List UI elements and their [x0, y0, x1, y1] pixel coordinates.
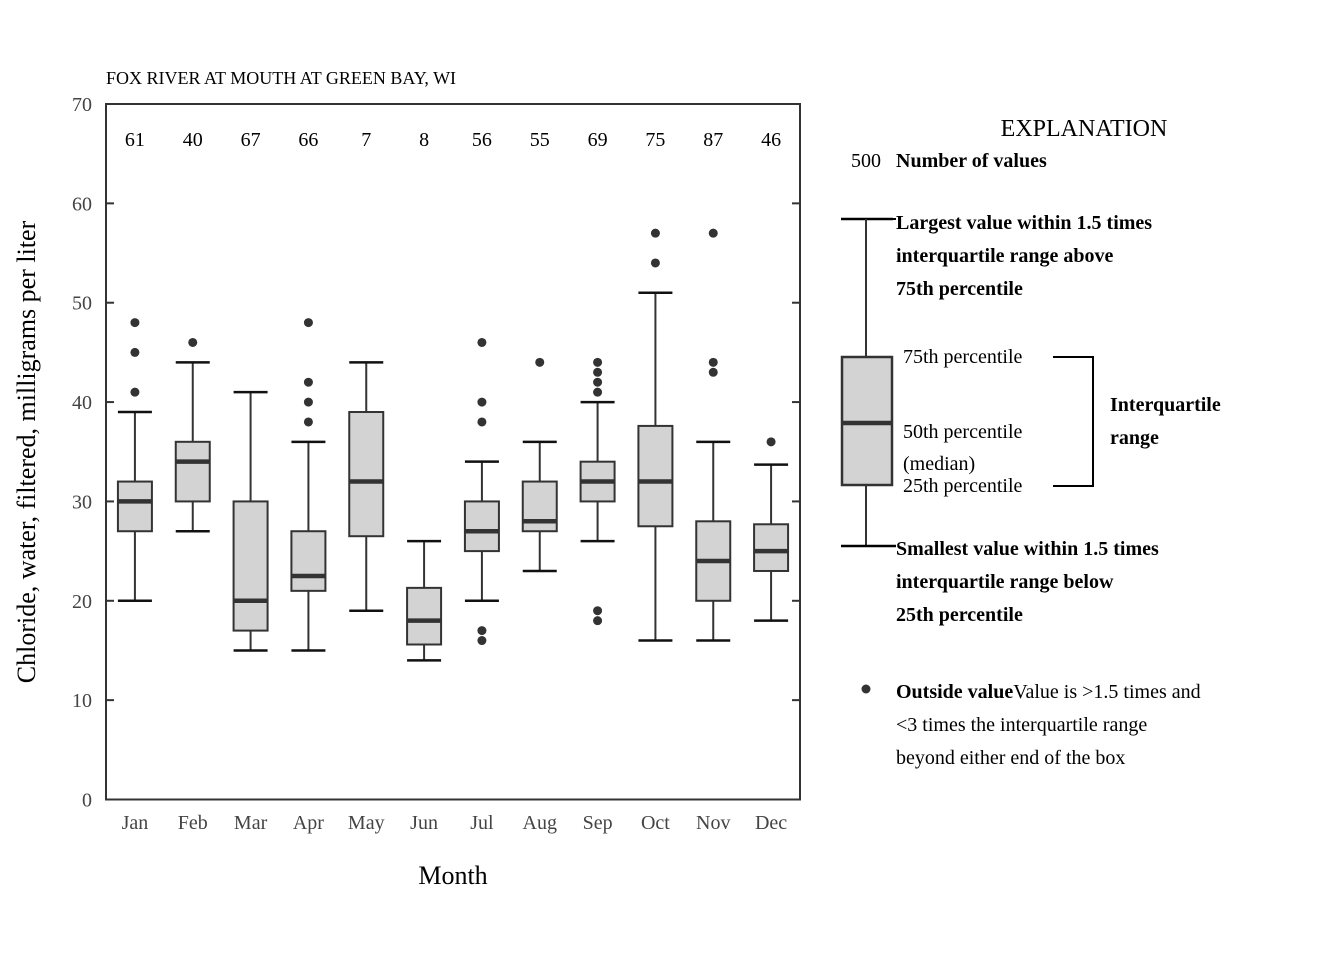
- legend-outlier-desc-1: Value is >1.5 times and: [1013, 681, 1200, 703]
- legend-outlier-bold: Outside value: [896, 681, 1013, 703]
- legend-count-label: Number of values: [896, 150, 1047, 172]
- outlier-point: [593, 367, 603, 377]
- x-tick-label: Jul: [470, 812, 494, 834]
- y-tick-label: 0: [82, 790, 92, 812]
- count-label: 67: [241, 129, 261, 151]
- count-label: 40: [183, 129, 203, 151]
- outlier-point: [303, 318, 313, 328]
- outlier-point: [593, 357, 603, 367]
- legend-iqr-line-2: range: [1110, 427, 1159, 449]
- count-label: 66: [298, 129, 318, 151]
- outlier-point: [477, 636, 487, 646]
- box-may: [348, 411, 385, 538]
- count-label: 7: [361, 129, 371, 151]
- x-tick-label: Sep: [583, 812, 613, 834]
- legend-outlier-dot: [861, 684, 871, 694]
- outlier-point: [593, 606, 603, 616]
- y-tick-label: 30: [72, 491, 92, 513]
- box-apr: [290, 530, 327, 592]
- x-tick-label: Mar: [234, 812, 268, 834]
- legend-upper-whisker-line-1: Largest value within 1.5 times: [896, 212, 1152, 234]
- outlier-point: [593, 387, 603, 397]
- outlier-point: [477, 626, 487, 636]
- legend-q3-label: 75th percentile: [903, 346, 1023, 368]
- legend-lower-whisker-line-1: Smallest value within 1.5 times: [896, 538, 1159, 560]
- outlier-point: [477, 417, 487, 427]
- outlier-point: [650, 258, 660, 268]
- count-label: 56: [472, 129, 492, 151]
- x-axis-title: Month: [418, 861, 487, 890]
- x-tick-label: Jan: [122, 812, 149, 834]
- legend-outlier-text-2: <3 times the interquartile range: [896, 714, 1147, 736]
- y-tick-label: 70: [72, 94, 92, 116]
- outlier-point: [650, 228, 660, 238]
- box-jan: [116, 480, 153, 533]
- count-label: 75: [645, 129, 665, 151]
- x-tick-label: May: [348, 812, 385, 834]
- legend-lower-whisker-line-3: 25th percentile: [896, 604, 1023, 626]
- outlier-point: [130, 318, 140, 328]
- x-tick-label: Aug: [523, 812, 557, 834]
- outlier-point: [708, 357, 718, 367]
- outlier-point: [766, 437, 776, 447]
- box-jun: [406, 586, 443, 646]
- x-tick-label: Apr: [293, 812, 324, 834]
- x-tick-label: Dec: [755, 812, 787, 834]
- box-oct: [637, 424, 674, 528]
- count-label: 87: [703, 129, 723, 151]
- legend: EXPLANATION 500 Number of values Largest…: [840, 116, 1221, 769]
- box-feb: [174, 440, 211, 503]
- outlier-point: [708, 228, 718, 238]
- count-label: 69: [588, 129, 608, 151]
- x-tick-label: Nov: [696, 812, 730, 834]
- legend-outlier-text-1: Outside valueValue is >1.5 times and: [896, 681, 1201, 703]
- box-mar: [232, 500, 269, 632]
- x-tick-label: Oct: [641, 812, 670, 834]
- x-tick-label: Feb: [178, 812, 208, 834]
- boxplot-chart: FOX RIVER AT MOUTH AT GREEN BAY, WI 0 10 2…: [12, 68, 1221, 890]
- y-tick-label: 50: [72, 293, 92, 315]
- legend-count-example: 500: [851, 150, 881, 172]
- outlier-point: [477, 397, 487, 407]
- outlier-point: [303, 417, 313, 427]
- legend-iqr-bracket: [1053, 356, 1094, 487]
- legend-outlier-text-3: beyond either end of the box: [896, 747, 1125, 769]
- y-tick-label: 60: [72, 193, 92, 215]
- y-tick-label: 40: [72, 392, 92, 414]
- box-aug: [521, 480, 558, 533]
- legend-upper-whisker-line-2: interquartile range above: [896, 245, 1114, 267]
- outlier-point: [593, 616, 603, 626]
- outlier-point: [130, 387, 140, 397]
- count-label: 8: [419, 129, 429, 151]
- count-label: 55: [530, 129, 550, 151]
- outlier-point: [303, 397, 313, 407]
- y-tick-label: 10: [72, 690, 92, 712]
- outlier-point: [188, 337, 198, 347]
- outlier-point: [593, 377, 603, 387]
- legend-lower-whisker-line-2: interquartile range below: [896, 571, 1114, 593]
- chart-title: FOX RIVER AT MOUTH AT GREEN BAY, WI: [106, 68, 456, 88]
- x-tick-label: Jun: [410, 812, 438, 834]
- outlier-point: [535, 357, 545, 367]
- count-label: 61: [125, 129, 145, 151]
- box-jul: [463, 500, 500, 553]
- outlier-point: [477, 337, 487, 347]
- legend-median-line-1: 50th percentile: [903, 421, 1023, 443]
- outlier-point: [303, 377, 313, 387]
- outlier-point: [130, 347, 140, 357]
- legend-upper-whisker-line-3: 75th percentile: [896, 278, 1023, 300]
- y-tick-label: 20: [72, 591, 92, 613]
- legend-median-line-2: (median): [903, 453, 975, 475]
- legend-iqr-line-1: Interquartile: [1110, 394, 1221, 416]
- legend-heading: EXPLANATION: [1001, 116, 1168, 142]
- outlier-point: [708, 367, 718, 377]
- count-label: 46: [761, 129, 781, 151]
- box-dec: [753, 523, 790, 572]
- y-axis-title: Chloride, water, filtered, milligrams pe…: [12, 220, 41, 683]
- legend-q1-label: 25th percentile: [903, 475, 1023, 497]
- plot-area: 0 10 20 30 40 50 60 70 61 Jan 40 Feb 67 Mar 66 Apr 7 May 8…: [72, 94, 801, 834]
